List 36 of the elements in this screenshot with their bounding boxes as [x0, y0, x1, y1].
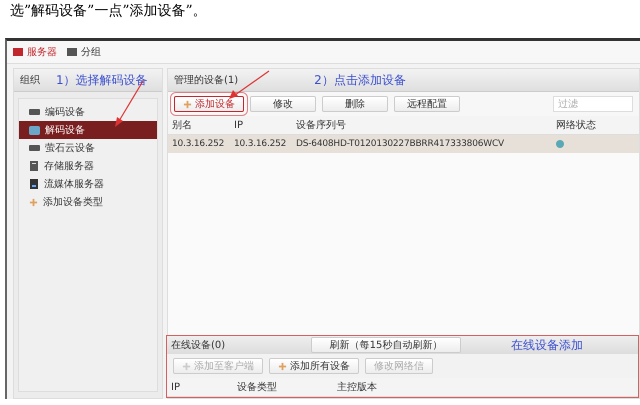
list-item[interactable]: 解码设备: [19, 121, 157, 139]
tab-icon: [13, 48, 23, 56]
device-icon: [29, 126, 40, 134]
table-cell: 10.3.16.252: [230, 135, 292, 153]
list-item[interactable]: 萤石云设备: [19, 139, 157, 157]
annotation-text: 1）选择解码设备: [56, 72, 148, 88]
annotation-text: 在线设备添加: [511, 336, 583, 354]
plus-icon: [182, 362, 191, 370]
status-icon: [556, 140, 564, 148]
filter-field[interactable]: 过滤: [553, 96, 633, 112]
refresh-button[interactable]: 刷新（每15秒自动刷新）: [311, 337, 461, 353]
table-cell: 10.3.16.252: [168, 135, 230, 153]
tab[interactable]: 分组: [67, 45, 101, 59]
plus-icon: [29, 198, 38, 206]
tab-icon: [67, 48, 77, 56]
table-cell: DS-6408HD-T0120130227BBRR417333806WCV: [292, 135, 552, 153]
toolbar-button[interactable]: 添加所有设备: [269, 358, 359, 374]
list-item[interactable]: 存储服务器: [19, 157, 157, 175]
toolbar-button[interactable]: 修改: [250, 96, 316, 112]
annotation-text: 2）点击添加设备: [314, 72, 406, 88]
list-item[interactable]: 添加设备类型: [19, 193, 157, 211]
storage-server-icon: [29, 161, 39, 171]
list-item[interactable]: 流媒体服务器: [19, 175, 157, 193]
plus-icon: [278, 362, 287, 370]
toolbar-button[interactable]: 删除: [322, 96, 388, 112]
device-icon: [29, 144, 40, 152]
list-item[interactable]: 编码设备: [19, 103, 157, 121]
plus-icon: [183, 100, 192, 108]
device-icon: [29, 108, 40, 116]
toolbar-button[interactable]: 远程配置: [394, 96, 460, 112]
panel-title: 组织: [20, 74, 40, 87]
caption-text: 选”解码设备”一点”添加设备”。: [9, 2, 208, 21]
panel-title: 管理的设备(1): [174, 74, 238, 87]
tab[interactable]: 服务器: [13, 45, 57, 59]
server-icon: [29, 179, 39, 189]
panel-title: 在线设备(0): [171, 338, 226, 352]
